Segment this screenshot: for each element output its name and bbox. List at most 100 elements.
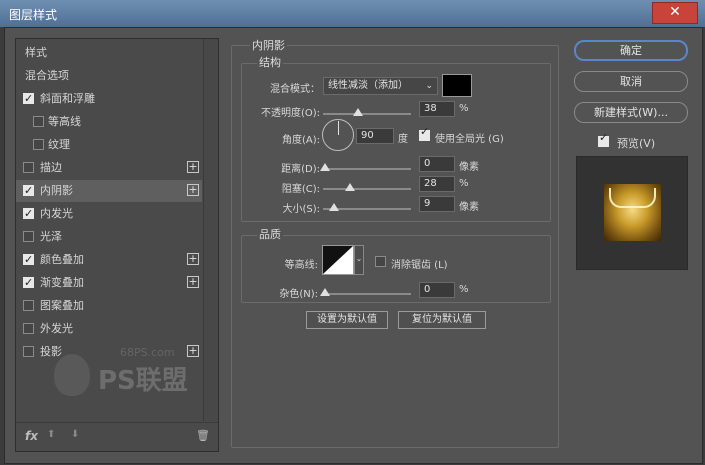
- style-list-item[interactable]: 纹理: [16, 134, 202, 156]
- opacity-field[interactable]: 38: [419, 101, 455, 117]
- style-checkbox[interactable]: [23, 300, 34, 311]
- style-list-item[interactable]: 内发光: [16, 203, 202, 225]
- style-checkbox[interactable]: [23, 162, 34, 173]
- panel-title: 内阴影: [250, 37, 287, 53]
- window-title: 图层样式: [9, 8, 58, 22]
- choke-field[interactable]: 28: [419, 176, 455, 192]
- style-list-item-label: 斜面和浮雕: [40, 92, 95, 105]
- style-checkbox[interactable]: [23, 249, 34, 271]
- angle-field[interactable]: 90: [356, 128, 394, 144]
- watermark-site: 68PS.com: [120, 346, 175, 359]
- ok-button[interactable]: 确定: [574, 40, 688, 61]
- noise-unit: %: [459, 284, 469, 295]
- blend-color-swatch[interactable]: [442, 74, 472, 97]
- opacity-slider[interactable]: [323, 113, 411, 115]
- opacity-slider-thumb[interactable]: [353, 108, 363, 116]
- preview-checkbox[interactable]: [598, 131, 609, 147]
- style-checkbox[interactable]: [23, 180, 34, 202]
- style-list-item[interactable]: 样式: [16, 42, 202, 64]
- style-checkbox[interactable]: [33, 139, 44, 150]
- distance-slider-thumb[interactable]: [320, 163, 330, 171]
- style-list-item[interactable]: 内阴影 +: [16, 180, 202, 202]
- style-checkbox[interactable]: [23, 323, 34, 334]
- style-list-item[interactable]: 混合选项: [16, 65, 202, 87]
- angle-label: 角度(A):: [281, 135, 320, 146]
- antialias-label: 消除锯齿 (L): [391, 260, 448, 271]
- opacity-unit: %: [459, 103, 469, 114]
- choke-unit: %: [459, 178, 469, 189]
- watermark-logo-text: PS联盟: [98, 366, 188, 396]
- style-list-item[interactable]: 图案叠加: [16, 295, 202, 317]
- chevron-down-icon: ⌄: [425, 81, 433, 91]
- add-instance-icon[interactable]: +: [187, 184, 199, 196]
- watermark: 68PS.com PS联盟: [38, 340, 208, 400]
- size-slider-thumb[interactable]: [329, 203, 339, 211]
- blend-mode-select[interactable]: 线性减淡（添加） ⌄: [323, 77, 438, 95]
- noise-slider-thumb[interactable]: [320, 288, 330, 296]
- style-checkbox[interactable]: [23, 272, 34, 294]
- set-default-button[interactable]: 设置为默认值: [306, 311, 388, 329]
- style-list-item[interactable]: 颜色叠加 +: [16, 249, 202, 271]
- style-list-item-label: 图案叠加: [40, 299, 84, 312]
- move-down-icon[interactable]: ⬇: [71, 429, 79, 440]
- contour-label: 等高线:: [284, 260, 318, 271]
- add-instance-icon[interactable]: +: [187, 161, 199, 173]
- trash-icon[interactable]: 🗑: [196, 429, 210, 442]
- style-list-item-label: 纹理: [48, 138, 70, 151]
- size-unit: 像素: [459, 202, 479, 213]
- structure-title: 结构: [257, 54, 283, 70]
- distance-slider[interactable]: [323, 168, 411, 170]
- distance-label: 距离(D):: [281, 164, 320, 175]
- reset-default-button[interactable]: 复位为默认值: [398, 311, 486, 329]
- style-list-item-label: 描边: [40, 161, 62, 174]
- close-button[interactable]: ✕: [652, 2, 698, 24]
- choke-label: 阻塞(C):: [281, 184, 320, 195]
- style-list-item[interactable]: 描边 +: [16, 157, 202, 179]
- style-list-item[interactable]: 斜面和浮雕: [16, 88, 202, 110]
- style-checkbox[interactable]: [23, 231, 34, 242]
- noise-field[interactable]: 0: [419, 282, 455, 298]
- style-list-item-label: 混合选项: [25, 69, 69, 82]
- add-instance-icon[interactable]: +: [187, 276, 199, 288]
- new-style-button[interactable]: 新建样式(W)...: [574, 102, 688, 123]
- style-list-item-label: 内发光: [40, 207, 73, 220]
- size-field[interactable]: 9: [419, 196, 455, 212]
- style-checkbox[interactable]: [23, 203, 34, 225]
- move-up-icon[interactable]: ⬆: [47, 429, 55, 440]
- title-bar: 图层样式 ✕: [0, 0, 705, 27]
- add-instance-icon[interactable]: +: [187, 253, 199, 265]
- style-checkbox[interactable]: [33, 116, 44, 127]
- antialias-checkbox[interactable]: [375, 256, 386, 267]
- angle-dial[interactable]: [322, 119, 354, 151]
- choke-slider[interactable]: [323, 188, 411, 190]
- global-light-label: 使用全局光 (G): [435, 134, 504, 145]
- style-list-item-label: 等高线: [48, 115, 81, 128]
- fx-menu-button[interactable]: fx: [25, 429, 38, 443]
- style-list-item-label: 样式: [25, 46, 47, 59]
- choke-slider-thumb[interactable]: [345, 183, 355, 191]
- style-list-item[interactable]: 光泽: [16, 226, 202, 248]
- preview-swatch: [604, 184, 661, 241]
- quality-title: 品质: [257, 226, 283, 242]
- contour-dropdown[interactable]: ⌄: [354, 245, 364, 275]
- distance-field[interactable]: 0: [419, 156, 455, 172]
- global-light-checkbox[interactable]: [419, 125, 430, 141]
- style-list-item-label: 颜色叠加: [40, 253, 84, 266]
- distance-unit: 像素: [459, 162, 479, 173]
- watermark-logo-icon: [54, 354, 90, 396]
- noise-label: 杂色(N):: [279, 289, 318, 300]
- style-checkbox[interactable]: [23, 88, 34, 110]
- size-label: 大小(S):: [282, 204, 320, 215]
- style-list-item-label: 外发光: [40, 322, 73, 335]
- blend-mode-value: 线性减淡（添加）: [328, 80, 408, 91]
- style-list-item[interactable]: 等高线: [16, 111, 202, 133]
- contour-picker[interactable]: [322, 245, 354, 275]
- noise-slider[interactable]: [323, 293, 411, 295]
- style-list-item-label: 光泽: [40, 230, 62, 243]
- cancel-button[interactable]: 取消: [574, 71, 688, 92]
- style-list-item[interactable]: 渐变叠加 +: [16, 272, 202, 294]
- preview-label: 预览(V): [617, 137, 656, 150]
- style-checkbox[interactable]: [23, 346, 34, 357]
- style-list-item[interactable]: 外发光: [16, 318, 202, 340]
- style-list-toolbar: fx ⬆ ⬇ 🗑: [16, 422, 218, 452]
